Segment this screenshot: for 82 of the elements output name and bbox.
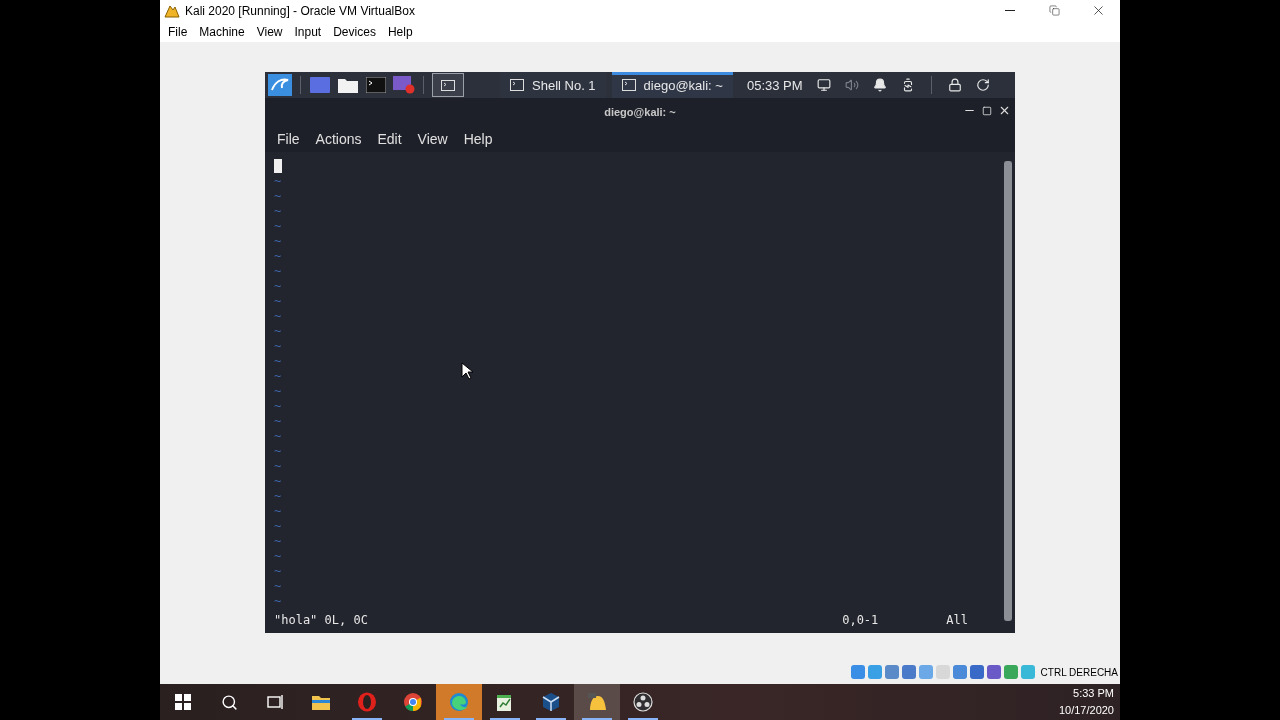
menu-item[interactable]: Edit — [369, 131, 410, 147]
search-icon — [220, 693, 238, 711]
menu-item[interactable]: Help — [381, 24, 419, 39]
empty-line-marker: ~ — [274, 459, 282, 474]
bell-icon — [586, 692, 608, 712]
windows-logo-icon — [175, 694, 191, 710]
restore-icon — [1048, 5, 1060, 16]
empty-line-marker: ~ — [274, 354, 282, 369]
terminal-icon — [441, 79, 455, 91]
empty-line-marker: ~ — [274, 204, 282, 219]
empty-line-marker: ~ — [274, 594, 282, 609]
cube-icon — [541, 692, 561, 712]
taskbar-time[interactable]: 5:33 PM — [1073, 685, 1114, 702]
empty-line-marker: ~ — [274, 249, 282, 264]
logout-icon[interactable] — [975, 78, 990, 92]
menu-item[interactable]: Input — [288, 24, 328, 39]
lock-icon[interactable] — [947, 78, 962, 92]
empty-line-marker: ~ — [274, 474, 282, 489]
empty-line-marker: ~ — [274, 279, 282, 294]
scroll-position: All — [946, 613, 968, 628]
empty-line-marker: ~ — [274, 519, 282, 534]
opera-icon — [357, 692, 377, 712]
screen-recorder-icon[interactable] — [393, 76, 415, 94]
menu-item[interactable]: View — [409, 131, 456, 147]
empty-line-marker: ~ — [274, 174, 282, 189]
bell-icon[interactable] — [872, 78, 887, 92]
empty-line-marker: ~ — [274, 309, 282, 324]
terminal-launcher-button[interactable] — [432, 73, 464, 97]
task-view-icon — [266, 694, 284, 710]
menu-item[interactable]: File — [269, 131, 308, 147]
mouse-pointer-icon — [461, 362, 473, 380]
menu-item[interactable]: File — [162, 24, 194, 39]
empty-line-marker: ~ — [274, 429, 282, 444]
obs-icon — [633, 692, 653, 712]
task-button[interactable]: Shell No. 1 — [500, 72, 606, 98]
empty-line-marker: ~ — [274, 294, 282, 309]
display-icon[interactable] — [816, 78, 831, 92]
taskbar-date[interactable]: 10/17/2020 — [1058, 702, 1114, 719]
empty-line-marker: ~ — [274, 339, 282, 354]
terminal-icon — [621, 79, 636, 91]
empty-line-marker: ~ — [274, 189, 282, 204]
empty-line-marker: ~ — [274, 399, 282, 414]
empty-line-marker: ~ — [274, 564, 282, 579]
empty-line-marker: ~ — [274, 504, 282, 519]
task-button[interactable]: diego@kali: ~ — [611, 72, 733, 98]
status-message: "hola" 0L, 0C — [274, 613, 368, 628]
terminal-icon[interactable] — [366, 77, 386, 93]
cursor-position: 0,0-1 — [842, 613, 879, 628]
edge-icon — [449, 692, 469, 712]
empty-line-marker: ~ — [274, 219, 282, 234]
host-key-label: CTRL DERECHA — [1040, 666, 1118, 678]
menu-item[interactable]: Help — [455, 131, 501, 147]
folder-icon — [311, 693, 331, 711]
maximize-button[interactable] — [982, 106, 992, 116]
menu-item[interactable]: View — [250, 24, 289, 39]
folder-icon[interactable] — [338, 77, 358, 93]
clock[interactable]: 05:33 PM — [746, 77, 803, 93]
empty-line-marker: ~ — [274, 444, 282, 459]
menu-item[interactable]: Devices — [327, 24, 382, 39]
empty-line-marker: ~ — [274, 324, 282, 339]
empty-line-marker: ~ — [274, 264, 282, 279]
empty-line-marker: ~ — [274, 384, 282, 399]
minimize-icon — [1005, 10, 1015, 11]
empty-line-marker: ~ — [274, 549, 282, 564]
terminal-title: diego@kali: ~ — [604, 106, 676, 118]
empty-line-marker: ~ — [274, 414, 282, 429]
scrollbar-thumb[interactable] — [1004, 161, 1012, 621]
empty-line-marker: ~ — [274, 534, 282, 549]
chrome-icon — [403, 692, 423, 712]
empty-line-marker: ~ — [274, 234, 282, 249]
empty-line-marker: ~ — [274, 579, 282, 594]
virtualbox-logo-icon — [164, 3, 180, 18]
close-button[interactable] — [998, 104, 1011, 117]
menu-item[interactable]: Actions — [307, 131, 370, 147]
terminal-icon — [510, 79, 524, 91]
text-cursor — [274, 159, 282, 173]
window-title: Kali 2020 [Running] - Oracle VM VirtualBox — [185, 3, 416, 18]
empty-line-marker: ~ — [274, 369, 282, 384]
menu-item[interactable]: Machine — [193, 24, 251, 39]
empty-line-marker: ~ — [274, 489, 282, 504]
volume-icon[interactable] — [844, 78, 859, 92]
device-status-icons-drawing[interactable] — [850, 664, 1037, 680]
